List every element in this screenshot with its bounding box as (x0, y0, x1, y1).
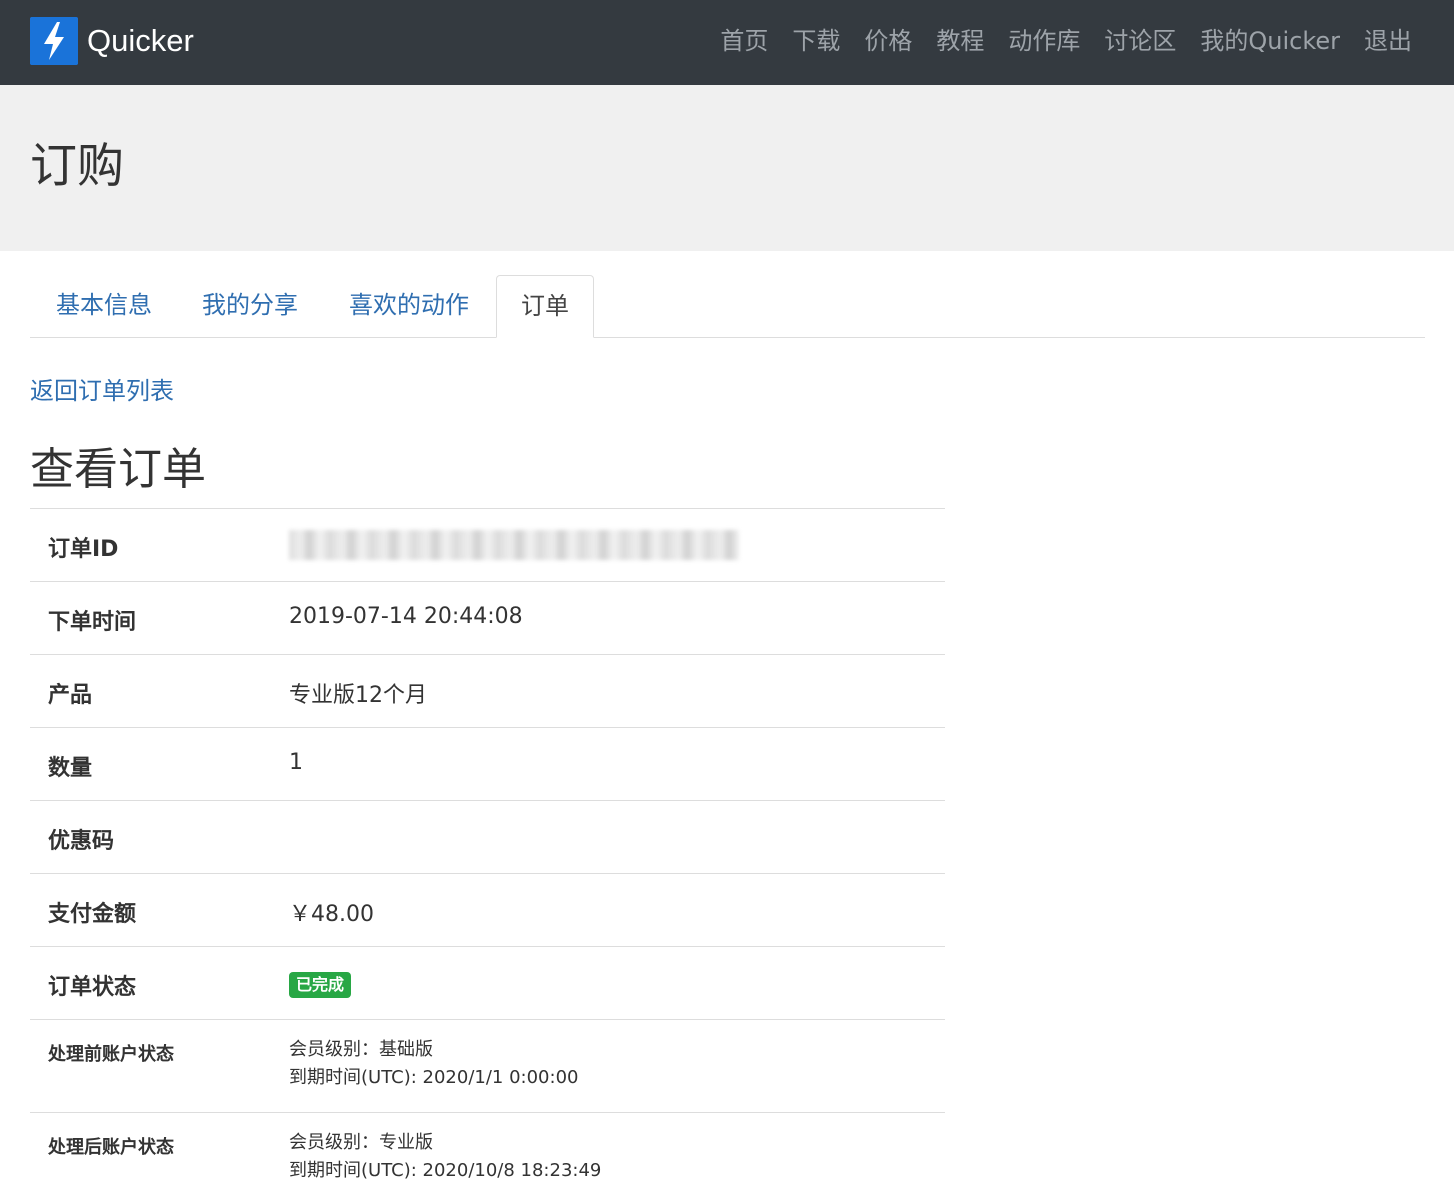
lightning-logo-icon (30, 17, 78, 65)
product-label: 产品 (48, 683, 93, 708)
nav-logout[interactable]: 退出 (1364, 22, 1412, 60)
nav-my-quicker[interactable]: 我的Quicker (1200, 22, 1340, 60)
tab-basic-info[interactable]: 基本信息 (56, 275, 152, 337)
nav-tutorial[interactable]: 教程 (936, 22, 984, 60)
status-badge: 已完成 (289, 972, 352, 998)
table-row-quantity: 数量 1 (30, 727, 945, 801)
table-row-order-time: 下单时间 2019-07-14 20:44:08 (30, 581, 945, 655)
back-to-order-list-link[interactable]: 返回订单列表 (30, 374, 174, 408)
table-row-status: 订单状态 已完成 (30, 946, 945, 1020)
nav-pricing[interactable]: 价格 (864, 22, 912, 60)
status-label: 订单状态 (48, 975, 137, 1000)
amount-label: 支付金额 (48, 902, 137, 927)
quantity-value: 1 (289, 750, 303, 775)
table-row-after-status: 处理后账户状态 会员级别：专业版 到期时间(UTC): 2020/10/8 18… (30, 1112, 945, 1203)
before-expiry: 到期时间(UTC): 2020/1/1 0:00:00 (289, 1067, 579, 1088)
nav-links: 首页 下载 价格 教程 动作库 讨论区 我的Quicker 退出 (720, 22, 1412, 60)
status-value: 已完成 (289, 971, 352, 998)
nav-home[interactable]: 首页 (720, 22, 768, 60)
before-status-label: 处理前账户状态 (48, 1044, 174, 1065)
top-navbar: Quicker 首页 下载 价格 教程 动作库 讨论区 我的Quicker 退出 (0, 0, 1454, 85)
quantity-label: 数量 (48, 756, 93, 781)
tab-my-shares[interactable]: 我的分享 (202, 275, 298, 337)
order-id-value (289, 530, 739, 566)
page-header: 订购 (0, 85, 1454, 251)
before-level: 会员级别：基础版 (289, 1039, 433, 1060)
brand[interactable]: Quicker (30, 17, 194, 65)
nav-forum[interactable]: 讨论区 (1104, 22, 1176, 60)
tab-bar: 基本信息 我的分享 喜欢的动作 订单 (30, 275, 1425, 338)
after-status-label: 处理后账户状态 (48, 1137, 174, 1158)
after-expiry: 到期时间(UTC): 2020/10/8 18:23:49 (289, 1160, 602, 1181)
amount-value: ￥48.00 (289, 902, 374, 927)
tab-orders[interactable]: 订单 (496, 275, 594, 338)
table-row-coupon: 优惠码 (30, 800, 945, 874)
table-row-before-status: 处理前账户状态 会员级别：基础版 到期时间(UTC): 2020/1/1 0:0… (30, 1019, 945, 1113)
redacted-order-id (289, 530, 739, 560)
coupon-label: 优惠码 (48, 829, 115, 854)
order-time-label: 下单时间 (48, 610, 137, 635)
product-value: 专业版12个月 (289, 683, 427, 708)
table-row-product: 产品 专业版12个月 (30, 654, 945, 728)
section-title: 查看订单 (30, 444, 206, 495)
nav-action-library[interactable]: 动作库 (1008, 22, 1080, 60)
after-level: 会员级别：专业版 (289, 1132, 433, 1153)
page-title: 订购 (30, 139, 124, 194)
table-row-order-id: 订单ID (30, 508, 945, 582)
order-time-value: 2019-07-14 20:44:08 (289, 604, 523, 629)
table-row-amount: 支付金额 ￥48.00 (30, 873, 945, 947)
tab-liked-actions[interactable]: 喜欢的动作 (349, 275, 469, 337)
brand-name: Quicker (87, 23, 194, 58)
nav-download[interactable]: 下载 (792, 22, 840, 60)
order-id-label: 订单ID (48, 537, 119, 562)
